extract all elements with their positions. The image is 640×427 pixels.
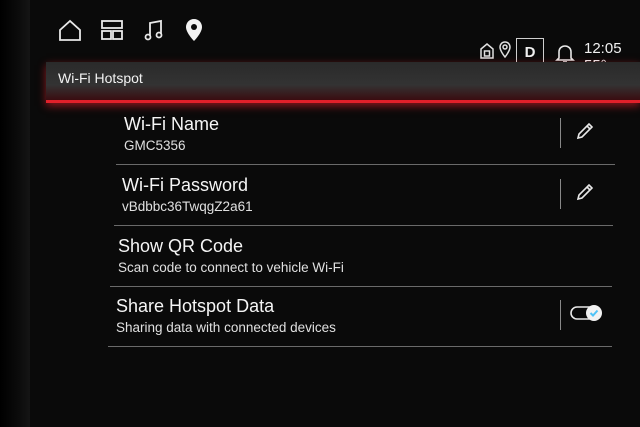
bell-icon[interactable] <box>555 42 575 64</box>
divider <box>560 179 561 209</box>
share-hotspot-toggle[interactable] <box>570 302 604 324</box>
home-icon[interactable] <box>56 16 84 44</box>
remote-lock-icon <box>478 40 496 60</box>
list-item-share-hotspot-data[interactable]: Share Hotspot Data Sharing data with con… <box>108 286 612 347</box>
music-icon[interactable] <box>140 16 168 44</box>
list-item-title: Wi-Fi Name <box>124 114 219 134</box>
location-icon[interactable] <box>180 16 208 44</box>
infotainment-screen: D 12:05 55° Wi-Fi Hotspot Wi-Fi Name GMC… <box>30 0 640 427</box>
drive-mode-label: D <box>524 43 536 61</box>
apps-icon[interactable] <box>98 16 126 44</box>
divider <box>560 300 561 330</box>
list-item-title: Wi-Fi Password <box>122 175 249 195</box>
list-item-wifi-name[interactable]: Wi-Fi Name GMC5356 <box>116 104 615 165</box>
list-item-title: Show QR Code <box>118 236 244 256</box>
page-title: Wi-Fi Hotspot <box>58 70 143 86</box>
screen-bezel <box>0 0 30 427</box>
page-header: Wi-Fi Hotspot <box>46 62 640 103</box>
list-item-subtitle: Scan code to connect to vehicle Wi-Fi <box>118 260 344 275</box>
list-item-subtitle: GMC5356 <box>124 138 186 153</box>
list-item-subtitle: vBdbbc36TwqgZ2a61 <box>122 199 253 214</box>
top-bar: D 12:05 55° <box>30 0 640 74</box>
list-item-subtitle: Sharing data with connected devices <box>116 320 336 335</box>
location-status-icon <box>498 40 512 60</box>
edit-wifi-password-pencil-icon[interactable] <box>574 181 596 203</box>
edit-wifi-name-pencil-icon[interactable] <box>574 120 596 142</box>
list-item-show-qr-code[interactable]: Show QR Code Scan code to connect to veh… <box>110 226 612 287</box>
list-item-wifi-password[interactable]: Wi-Fi Password vBdbbc36TwqgZ2a61 <box>114 165 613 226</box>
clock-time: 12:05 <box>584 40 622 57</box>
divider <box>560 118 561 148</box>
list-item-title: Share Hotspot Data <box>116 296 275 316</box>
